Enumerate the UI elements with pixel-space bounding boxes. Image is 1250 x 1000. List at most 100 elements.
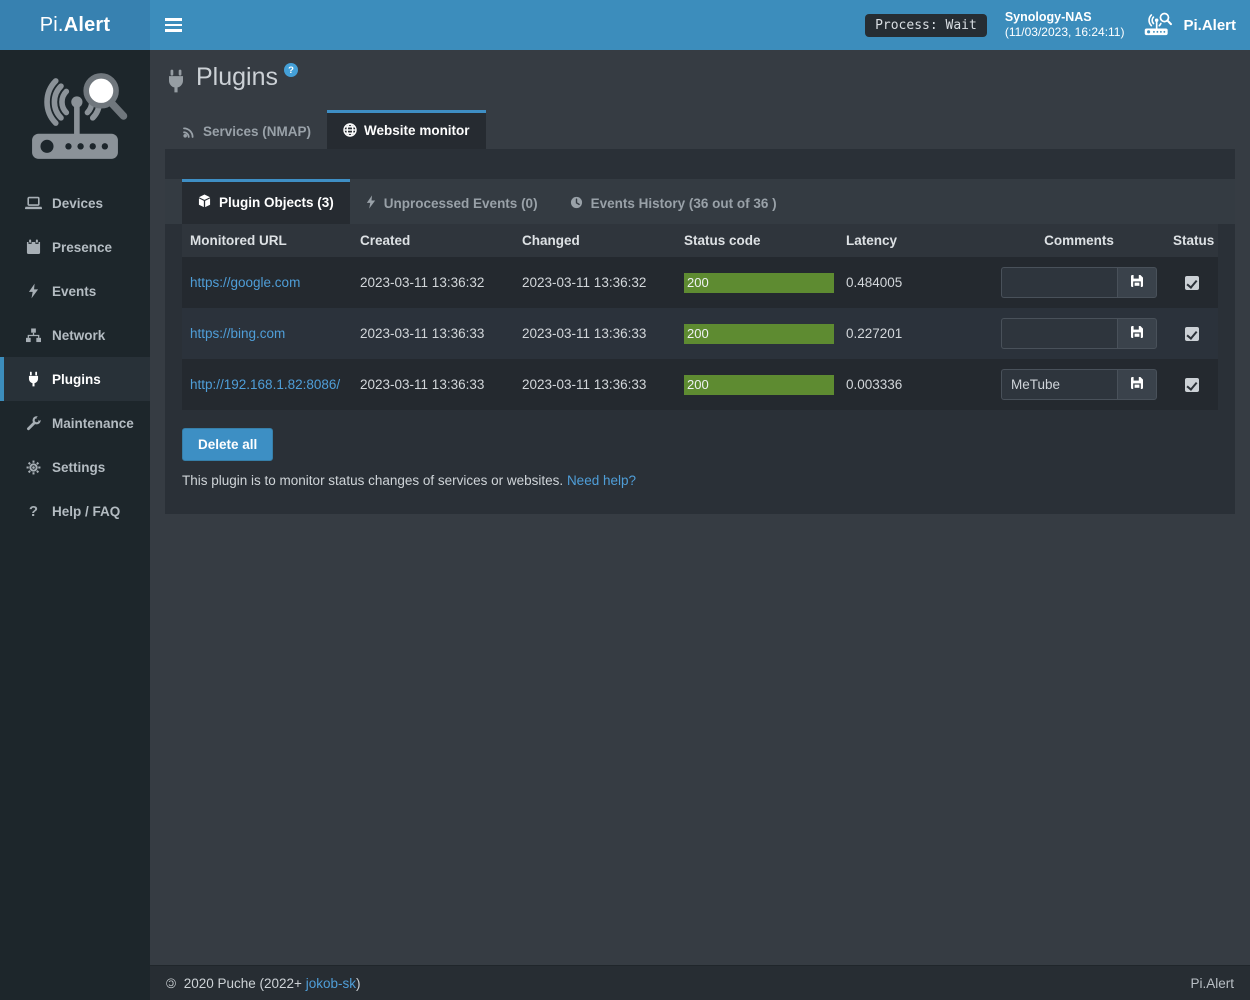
sidebar-toggle-button[interactable] — [150, 0, 196, 50]
bolt-icon — [366, 195, 376, 212]
status-code-bar: 200 — [684, 375, 834, 395]
save-comment-button[interactable] — [1117, 267, 1157, 298]
created-cell: 2023-03-11 13:36:33 — [352, 308, 514, 359]
monitored-url-link[interactable]: http://192.168.1.82:8086/ — [190, 377, 340, 392]
sidebar-item-presence[interactable]: Presence — [0, 225, 150, 269]
brand-suffix: Alert — [64, 14, 111, 37]
comment-input-group — [1001, 267, 1157, 298]
save-icon — [1130, 376, 1144, 393]
wrench-icon — [25, 416, 42, 431]
router-scan-icon — [1142, 11, 1175, 39]
delete-all-button[interactable]: Delete all — [182, 428, 273, 461]
plugin-objects-table: Monitored URL Created Changed Status cod… — [182, 224, 1218, 410]
sidebar-item-label: Events — [52, 284, 96, 299]
table-header-row: Monitored URL Created Changed Status cod… — [182, 224, 1218, 257]
jokob-sk-link[interactable]: jokob-sk — [306, 976, 356, 991]
save-comment-button[interactable] — [1117, 369, 1157, 400]
tab-services-nmap[interactable]: Services (NMAP) — [166, 110, 327, 149]
changed-cell: 2023-03-11 13:36:33 — [514, 308, 676, 359]
sidebar-menu: Devices Presence Events Network Plugins — [0, 181, 150, 533]
tab-label: Plugin Objects (3) — [219, 195, 334, 210]
plug-icon — [25, 371, 42, 387]
comment-input[interactable] — [1001, 267, 1117, 298]
sitemap-icon — [25, 328, 42, 343]
tab-plugin-objects[interactable]: Plugin Objects (3) — [182, 179, 350, 224]
latency-cell: 0.003336 — [838, 359, 993, 410]
sidebar-item-label: Presence — [52, 240, 112, 255]
copyright-text: 2020 Puche (2022+ — [184, 976, 302, 991]
page-title: Plugins — [196, 64, 278, 92]
globe-icon — [343, 123, 357, 137]
status-checkbox[interactable] — [1185, 276, 1199, 290]
monitored-url-link[interactable]: https://google.com — [190, 275, 300, 290]
sidebar-item-label: Settings — [52, 460, 105, 475]
plugin-description-text: This plugin is to monitor status changes… — [182, 473, 563, 488]
comment-input-group — [1001, 318, 1157, 349]
status-code-bar: 200 — [684, 273, 834, 293]
tab-label: Website monitor — [364, 123, 470, 138]
need-help-link[interactable]: Need help? — [567, 473, 636, 488]
tab-events-history[interactable]: Events History (36 out of 36 ) — [554, 179, 793, 224]
navbar-right: Process: Wait Synology-NAS (11/03/2023, … — [865, 9, 1250, 41]
plug-icon — [166, 69, 186, 96]
comment-input[interactable] — [1001, 318, 1117, 349]
table-row: http://192.168.1.82:8086/ 2023-03-11 13:… — [182, 359, 1218, 410]
sidebar-item-label: Help / FAQ — [52, 504, 120, 519]
sidebar: Devices Presence Events Network Plugins — [0, 50, 150, 1000]
comment-input[interactable] — [1001, 369, 1117, 400]
table-row: https://google.com 2023-03-11 13:36:32 2… — [182, 257, 1218, 308]
tab-unprocessed-events[interactable]: Unprocessed Events (0) — [350, 179, 554, 224]
sidebar-item-events[interactable]: Events — [0, 269, 150, 313]
plugin-tabs: Services (NMAP) Website monitor — [150, 110, 1250, 149]
sidebar-item-maintenance[interactable]: Maintenance — [0, 401, 150, 445]
sidebar-item-label: Network — [52, 328, 105, 343]
copyright: © 2020 Puche (2022+ jokob-sk) — [166, 976, 361, 991]
status-checkbox[interactable] — [1185, 327, 1199, 341]
plugin-description: This plugin is to monitor status changes… — [182, 473, 1218, 488]
latency-cell: 0.227201 — [838, 308, 993, 359]
plugin-object-tabs: Plugin Objects (3) Unprocessed Events (0… — [165, 179, 1235, 224]
host-timestamp: (11/03/2023, 16:24:11) — [1005, 25, 1125, 41]
website-monitor-panel: Plugin Objects (3) Unprocessed Events (0… — [165, 149, 1235, 514]
col-status-code: Status code — [676, 224, 838, 257]
sidebar-item-label: Maintenance — [52, 416, 134, 431]
sidebar-item-plugins[interactable]: Plugins — [0, 357, 150, 401]
title-help-badge[interactable]: ? — [284, 63, 298, 77]
host-info: Synology-NAS (11/03/2023, 16:24:11) — [1005, 9, 1125, 41]
tab-label: Events History (36 out of 36 ) — [591, 196, 777, 211]
sidebar-item-help-faq[interactable]: ? Help / FAQ — [0, 489, 150, 533]
sidebar-item-label: Devices — [52, 196, 103, 211]
footer-brand: Pi.Alert — [1190, 976, 1234, 991]
created-cell: 2023-03-11 13:36:33 — [352, 359, 514, 410]
navbar-brand[interactable]: Pi.Alert — [1142, 11, 1236, 39]
tab-label: Services (NMAP) — [203, 124, 311, 139]
page-header: Plugins ? — [150, 50, 1250, 102]
col-changed: Changed — [514, 224, 676, 257]
col-comments: Comments — [993, 224, 1165, 257]
calendar-icon — [25, 239, 42, 255]
save-comment-button[interactable] — [1117, 318, 1157, 349]
brand-logo[interactable]: Pi.Alert — [0, 0, 150, 50]
top-navbar: Process: Wait Synology-NAS (11/03/2023, … — [150, 0, 1250, 50]
clock-icon — [570, 196, 583, 212]
navbar-brand-label: Pi.Alert — [1183, 17, 1236, 34]
col-latency: Latency — [838, 224, 993, 257]
status-checkbox[interactable] — [1185, 378, 1199, 392]
copyright-close: ) — [356, 976, 361, 991]
changed-cell: 2023-03-11 13:36:33 — [514, 359, 676, 410]
table-row: https://bing.com 2023-03-11 13:36:33 202… — [182, 308, 1218, 359]
content-area: Plugins ? Services (NMAP) Website monito… — [150, 50, 1250, 965]
monitored-url-link[interactable]: https://bing.com — [190, 326, 285, 341]
pialert-logo — [0, 50, 150, 181]
comment-input-group — [1001, 369, 1157, 400]
sidebar-item-settings[interactable]: Settings — [0, 445, 150, 489]
signal-icon — [182, 125, 196, 139]
tab-website-monitor[interactable]: Website monitor — [327, 110, 486, 149]
col-monitored-url: Monitored URL — [182, 224, 352, 257]
sidebar-item-network[interactable]: Network — [0, 313, 150, 357]
bolt-icon — [25, 283, 42, 299]
sidebar-item-devices[interactable]: Devices — [0, 181, 150, 225]
col-created: Created — [352, 224, 514, 257]
brand-prefix: Pi. — [40, 14, 64, 37]
created-cell: 2023-03-11 13:36:32 — [352, 257, 514, 308]
